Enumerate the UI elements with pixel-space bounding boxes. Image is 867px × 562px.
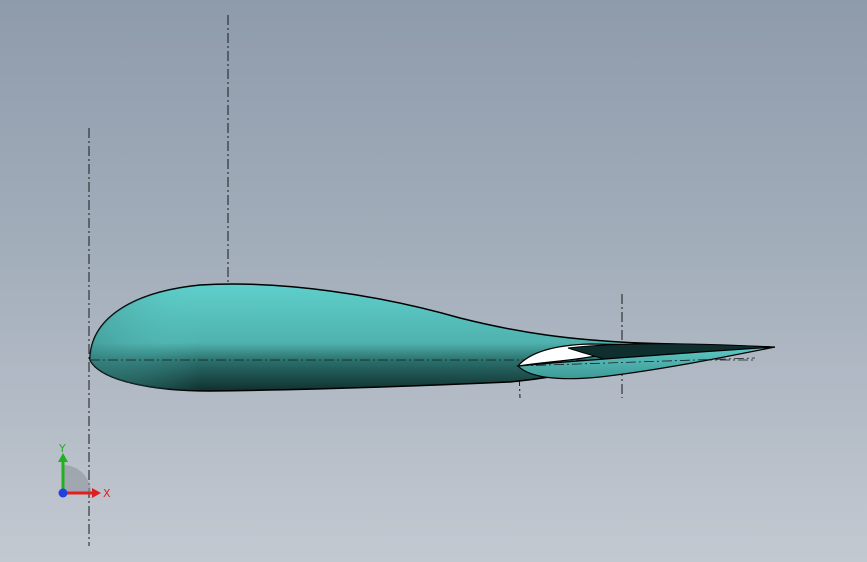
graphics-viewport[interactable]: Y X (0, 0, 867, 562)
triad-x-arrow-icon (92, 488, 101, 498)
triad-plane-shading (63, 465, 91, 493)
triad-x-label: X (103, 487, 111, 500)
triad-y-label: Y (58, 442, 66, 455)
construction-lines (88, 15, 623, 546)
reference-triad: Y X (58, 442, 111, 500)
triad-z-axis-dot (58, 488, 68, 498)
model-scene[interactable] (0, 0, 867, 562)
